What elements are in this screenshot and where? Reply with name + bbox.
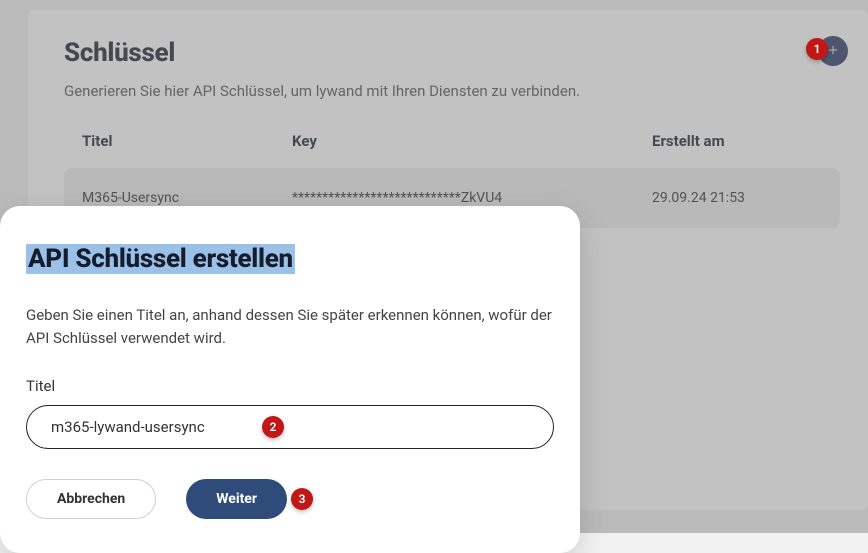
modal-actions: Abbrechen Weiter 3: [26, 479, 554, 519]
title-input[interactable]: [26, 405, 554, 449]
next-button[interactable]: Weiter: [186, 479, 287, 519]
title-field: Titel 2: [26, 377, 554, 449]
callout-badge-3: 3: [291, 488, 313, 510]
modal-title: API Schlüssel erstellen: [26, 244, 295, 274]
callout-badge-2: 2: [262, 416, 284, 438]
create-key-modal: API Schlüssel erstellen Geben Sie einen …: [0, 206, 580, 553]
cancel-button[interactable]: Abbrechen: [26, 479, 156, 519]
field-label: Titel: [26, 377, 554, 395]
callout-badge-1: 1: [806, 38, 828, 60]
modal-description: Geben Sie einen Titel an, anhand dessen …: [26, 304, 554, 351]
